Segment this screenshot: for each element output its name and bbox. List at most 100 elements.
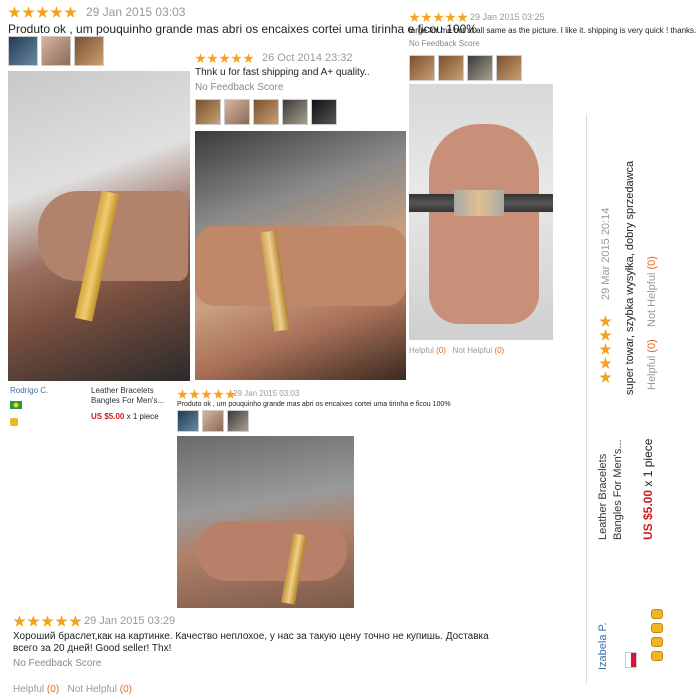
rating-stars <box>195 53 254 64</box>
review-text: super towar, szybka wysyłka, dobry sprze… <box>624 160 636 395</box>
rating-stars <box>409 12 468 23</box>
product-name-line2[interactable]: Bangles For Men's... <box>612 439 624 540</box>
badge-icon <box>10 418 18 426</box>
star-icon <box>599 329 612 341</box>
review-text: Thnk u for fast shipping and A+ quality.… <box>195 67 370 78</box>
star-icon <box>64 6 77 18</box>
star-icon <box>55 615 68 627</box>
helpful-row: Helpful (0) Not Helpful (0) <box>13 684 132 695</box>
star-icon <box>445 12 456 23</box>
photo-thumbnail[interactable] <box>8 36 38 66</box>
badge-icon <box>651 651 663 661</box>
review-thumbnails <box>177 410 249 432</box>
not-helpful-button[interactable]: Not Helpful (0) <box>68 684 132 695</box>
rating-stars <box>8 6 77 19</box>
photo-thumbnail[interactable] <box>311 99 337 125</box>
review-date: 29 Jan 2015 03:03 <box>233 389 300 398</box>
wrist-shape <box>197 521 347 581</box>
product-name-line1[interactable]: Leather Bracelets <box>597 454 609 540</box>
star-icon <box>207 53 218 64</box>
hand-shape <box>429 124 539 324</box>
quantity: x 1 piece <box>126 412 159 421</box>
review-text: Produto ok , um pouquinho grande mas abr… <box>177 401 451 408</box>
photo-thumbnail[interactable] <box>496 55 522 81</box>
product-name[interactable]: Leather Bracelets Bangles For Men's... <box>91 386 171 406</box>
helpful-button[interactable]: Helpful (0) <box>646 339 658 390</box>
photo-thumbnail[interactable] <box>438 55 464 81</box>
badge-icon <box>651 637 663 647</box>
star-icon <box>599 343 612 355</box>
price: US $5.00 <box>641 489 655 540</box>
badge-icon <box>651 609 663 619</box>
photo-thumbnail[interactable] <box>224 99 250 125</box>
review-date: 29 Jan 2015 03:03 <box>86 5 186 19</box>
divider <box>586 114 587 684</box>
bracelet-plate <box>454 190 504 216</box>
reviewer-name[interactable]: Izabela P. <box>597 622 609 670</box>
star-icon <box>69 615 82 627</box>
review-text: large for me but at all same as the pict… <box>409 26 697 35</box>
star-icon <box>27 615 40 627</box>
review-thumbnails <box>195 99 337 125</box>
star-icon <box>231 53 242 64</box>
photo-thumbnail[interactable] <box>409 55 435 81</box>
quantity: x 1 piece <box>641 438 655 487</box>
badge-icon <box>651 623 663 633</box>
star-icon <box>13 615 26 627</box>
country-flag-icon <box>10 401 22 409</box>
reviewer-badges <box>651 609 663 661</box>
helpful-row: Helpful (0) Not Helpful (0) <box>409 346 504 355</box>
photo-thumbnail[interactable] <box>282 99 308 125</box>
review-date: 26 Oct 2014 23:32 <box>262 52 353 64</box>
star-icon <box>409 12 420 23</box>
review-date: 29 Jan 2015 03:25 <box>470 12 545 22</box>
rating-stars <box>177 389 236 400</box>
star-icon <box>195 53 206 64</box>
star-icon <box>8 6 21 18</box>
reviewer-name[interactable]: Rodrigo C. <box>10 386 48 395</box>
photo-thumbnail[interactable] <box>467 55 493 81</box>
star-icon <box>599 315 612 327</box>
star-icon <box>433 12 444 23</box>
helpful-button[interactable]: Helpful (0) <box>13 684 59 695</box>
rating-stars <box>13 615 82 628</box>
star-icon <box>457 12 468 23</box>
feedback-score: No Feedback Score <box>13 658 102 669</box>
helpful-row: Helpful (0) Not Helpful (0) <box>646 256 658 390</box>
review-photo[interactable] <box>8 71 190 381</box>
star-icon <box>41 615 54 627</box>
price: US $5.00 <box>91 412 125 421</box>
star-icon <box>219 53 230 64</box>
star-icon <box>201 389 212 400</box>
star-icon <box>50 6 63 18</box>
price-line: US $5.00 x 1 piece <box>641 439 655 540</box>
star-icon <box>243 53 254 64</box>
photo-thumbnail[interactable] <box>253 99 279 125</box>
photo-thumbnail[interactable] <box>41 36 71 66</box>
star-icon <box>599 371 612 383</box>
star-icon <box>22 6 35 18</box>
review-text: Хороший браслет,как на картинке. Качеств… <box>13 631 489 654</box>
photo-thumbnail[interactable] <box>227 410 249 432</box>
photo-thumbnail[interactable] <box>195 99 221 125</box>
review-thumbnails <box>409 55 522 81</box>
photo-thumbnail[interactable] <box>202 410 224 432</box>
feedback-score: No Feedback Score <box>409 39 480 48</box>
photo-thumbnail[interactable] <box>177 410 199 432</box>
star-icon <box>189 389 200 400</box>
rating-stars <box>599 315 612 384</box>
star-icon <box>177 389 188 400</box>
not-helpful-button[interactable]: Not Helpful (0) <box>646 256 658 327</box>
photo-thumbnail[interactable] <box>74 36 104 66</box>
not-helpful-button[interactable]: Not Helpful (0) <box>453 346 505 355</box>
price-line: US $5.00 x 1 piece <box>91 412 159 421</box>
country-flag-icon <box>625 652 637 668</box>
review-photo[interactable] <box>177 436 354 608</box>
helpful-button[interactable]: Helpful (0) <box>409 346 446 355</box>
review-photo[interactable] <box>409 84 553 340</box>
review-date: 29 Mar 2015 20:14 <box>600 207 612 300</box>
review-text: Produto ok , um pouquinho grande mas abr… <box>8 22 477 36</box>
star-icon <box>421 12 432 23</box>
review-photo[interactable] <box>195 131 406 380</box>
star-icon <box>599 357 612 369</box>
